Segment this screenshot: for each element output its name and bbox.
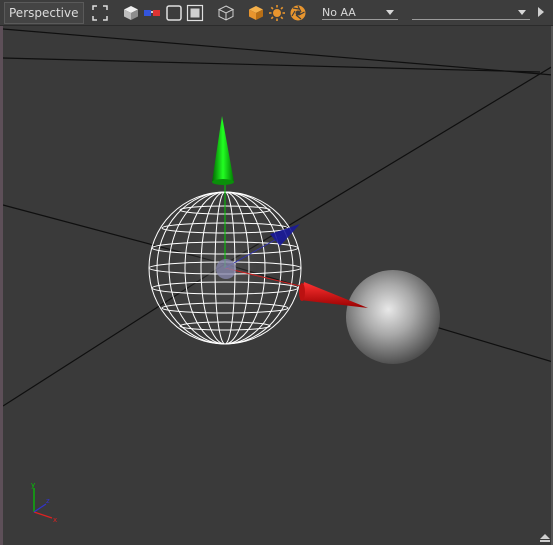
viewport-border	[0, 0, 3, 545]
wire-box-icon[interactable]	[165, 4, 183, 22]
axis-indicator: y x z	[31, 481, 57, 524]
axis-label-z: z	[46, 497, 50, 505]
shaded-sphere[interactable]	[346, 270, 440, 364]
y-axis-handle[interactable]	[212, 116, 234, 182]
viewport-toolbar: Perspective No AA	[0, 0, 553, 26]
shaded-cube-icon[interactable]	[122, 4, 140, 22]
antialias-value: No AA	[322, 6, 356, 19]
stereo-glasses-icon[interactable]	[143, 4, 161, 22]
3d-viewport[interactable]: y x z Perspective No AA	[0, 0, 553, 545]
outline-cube-icon[interactable]	[217, 4, 235, 22]
viewport-scene[interactable]: y x z	[0, 0, 553, 545]
aperture-icon[interactable]	[289, 4, 307, 22]
toolbar-expand-arrow-icon[interactable]	[538, 7, 544, 17]
chevron-down-icon	[518, 10, 526, 15]
sun-light-icon[interactable]	[268, 4, 286, 22]
lit-cube-icon[interactable]	[247, 4, 265, 22]
axis-label-x: x	[53, 516, 57, 524]
view-menu-button[interactable]: Perspective	[4, 2, 84, 24]
camera-dropdown[interactable]	[412, 5, 530, 20]
chevron-down-icon	[386, 10, 394, 15]
eject-icon[interactable]	[540, 534, 550, 542]
safe-frame-icon[interactable]	[186, 4, 204, 22]
frame-selection-icon[interactable]	[91, 4, 109, 22]
antialias-dropdown[interactable]: No AA	[322, 5, 398, 20]
gizmo-center[interactable]	[216, 259, 236, 279]
axis-label-y: y	[31, 481, 35, 489]
